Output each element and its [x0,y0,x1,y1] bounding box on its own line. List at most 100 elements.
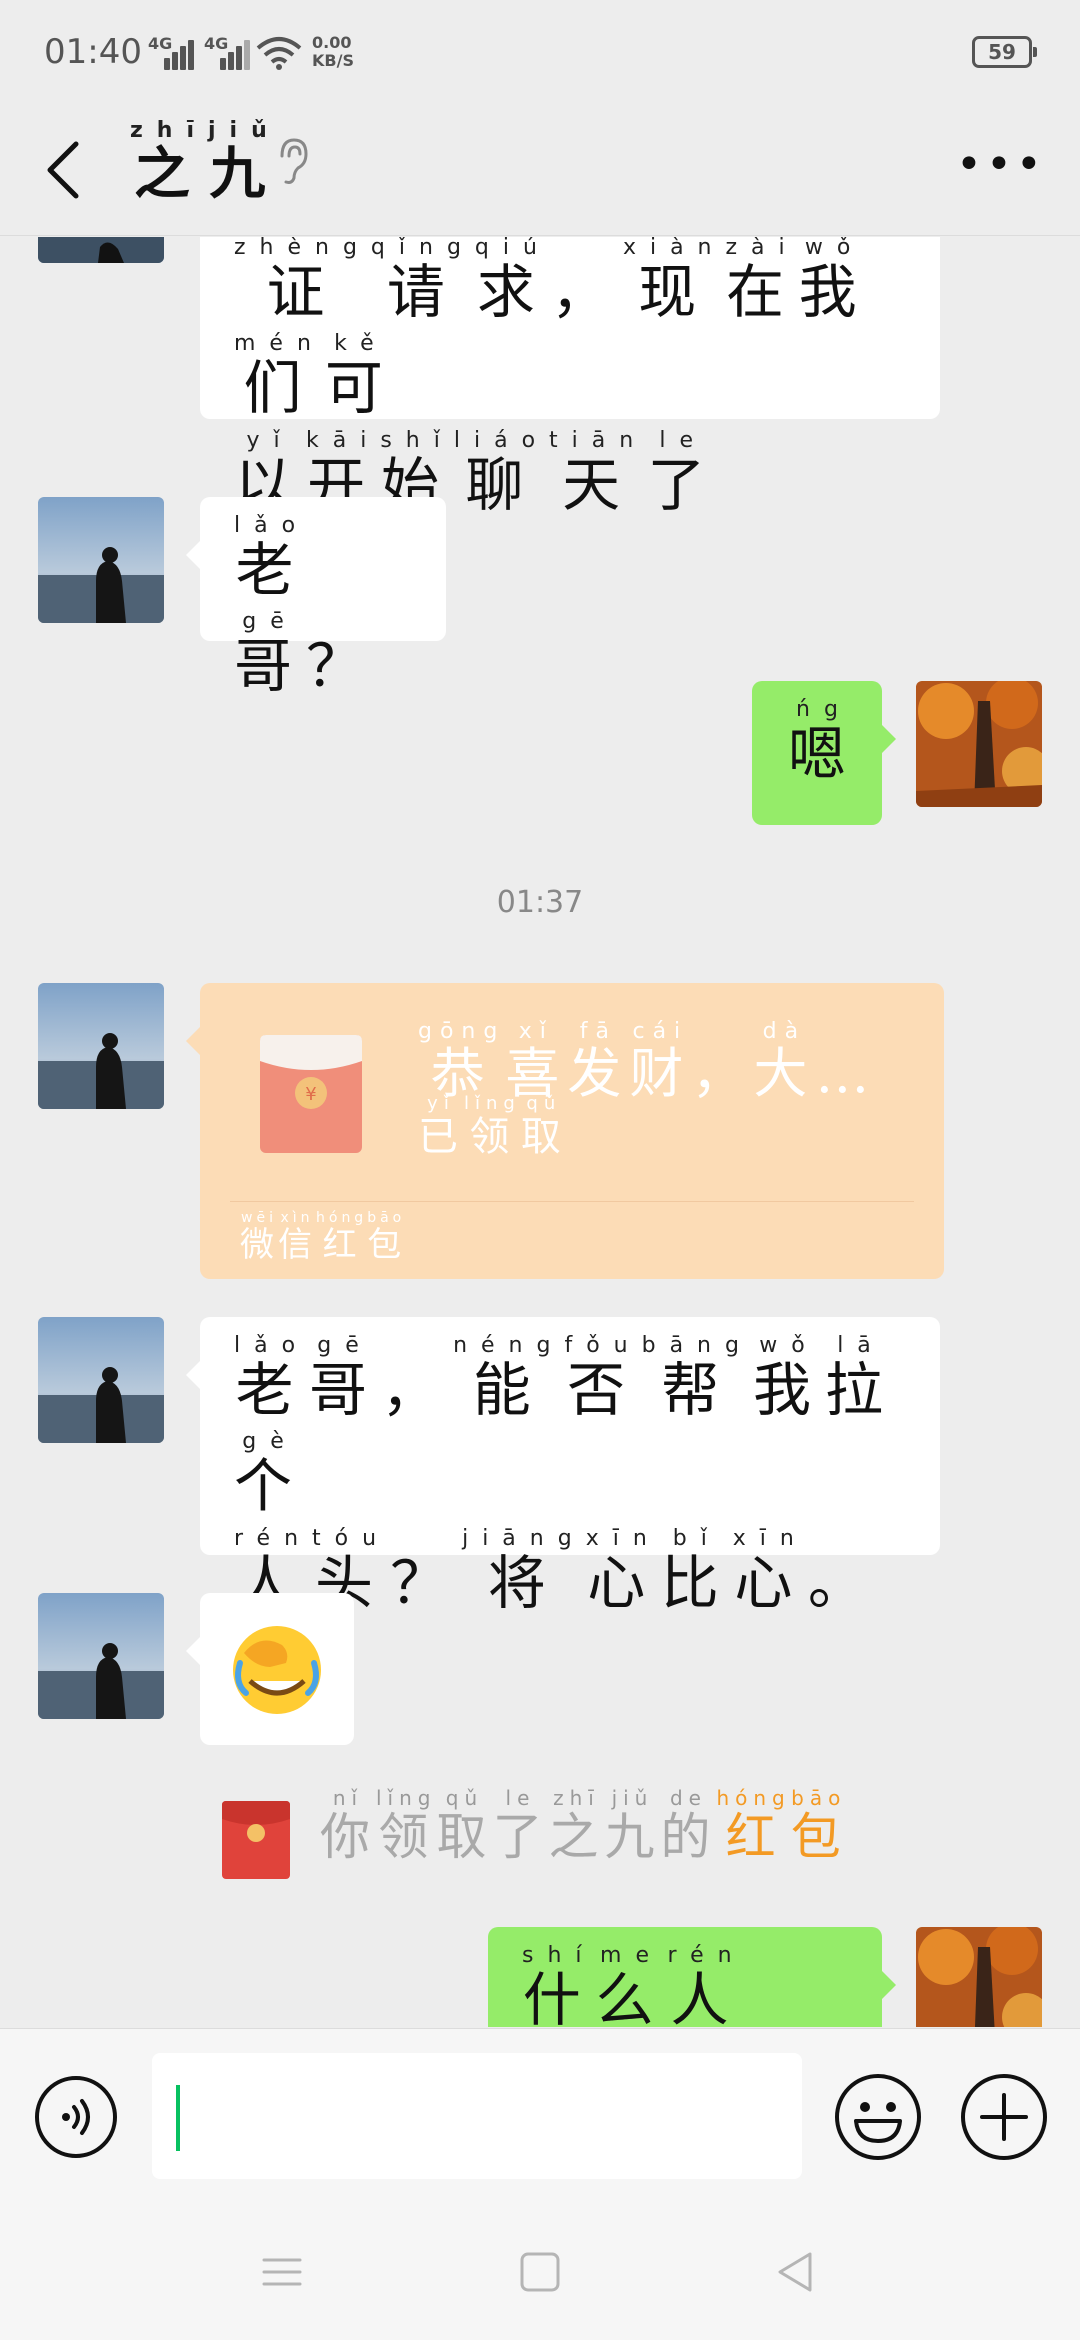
message-bubble-incoming[interactable]: 老lǎo哥gē？ [186,497,446,700]
hanzi-char: 。 [807,1549,880,1617]
chat-header: 之zhī九jiǔ ••• [0,110,1080,236]
hanzi-char: 么me [595,1943,668,2027]
network-speed: 0.00 KB/S [312,33,354,70]
hanzi-char: 我wǒ [752,1333,825,1424]
wifi-icon [256,37,302,70]
hanzi-char: 了le [647,428,720,519]
avatar[interactable] [38,237,164,263]
hanzi-char: 已yǐ [418,1093,464,1160]
system-notice-text: 你nǐ领lǐng取qǔ了le之zhī九jiǔ的de红hóng包bāo [320,1786,847,1882]
hanzi-char: ， [381,1356,454,1424]
hanzi-char: ， [550,258,623,326]
message-bubble-outgoing[interactable]: 嗯ńg [752,681,896,825]
hanzi-char: 红hóng [716,1786,791,1866]
hanzi-char: 拉lā [824,1333,897,1424]
message-input[interactable] [152,2053,802,2179]
hanzi-char: 请qǐng [370,237,475,326]
hanzi-char: 的de [660,1786,717,1866]
hanzi-char: 在zài [725,237,799,326]
message-text: 什shí么me人rén头tóu？ [522,1943,882,2027]
signal-icon-2: 4G [204,34,250,70]
hanzi-char: 老lǎo [234,513,310,604]
ear-icon [280,138,308,184]
text-caret [176,2085,180,2151]
red-packet-link[interactable]: 红hóng包bāo [716,1786,847,1866]
hanzi-char: 九jiǔ [604,1786,661,1866]
message-bubble-incoming[interactable]: 老lǎo哥gē，能néng否fǒu帮bāng我wǒ拉lā个gè 人rén头tóu… [186,1317,940,1617]
avatar[interactable] [38,497,164,623]
message-text: 证zhèng请qǐng求qiú，现xiàn在zài我wǒ们mén可kě 以yǐ开… [234,237,940,533]
hanzi-char: 包bāo [790,1786,847,1866]
hanzi-char: 什shí [522,1943,596,2027]
message-text: 嗯ńg [788,697,861,802]
hanzi-char: 之zhī [548,1786,605,1866]
hanzi-char: 现xiàn [622,237,726,326]
battery-icon: 59 [972,36,1037,68]
hanzi-char: 心xīn [732,1526,808,1617]
back-triangle-icon[interactable] [772,2248,820,2296]
hanzi-char: 老lǎo [234,1333,310,1424]
status-time: 01:40 [44,32,142,72]
plus-icon[interactable] [960,2073,1048,2161]
message-bubble-outgoing[interactable]: 什shí么me人rén头tóu？ [488,1927,896,2027]
facepalm-laugh-emoji [233,1626,321,1714]
chat-list[interactable]: 证zhèng请qǐng求qiú，现xiàn在zài我wǒ们mén可kě 以yǐ开… [0,237,1080,2027]
chat-title: 之zhī九jiǔ [130,118,281,207]
my-avatar[interactable] [916,681,1042,807]
status-bar: 01:40 4G 4G 0.00 KB/S 59 [0,0,1080,110]
hanzi-char: 财cái [629,1019,692,1105]
hanzi-char: 领lǐng [376,1786,437,1866]
emoji-icon[interactable] [834,2073,922,2161]
hanzi-char: 聊liáo [453,428,550,519]
avatar[interactable] [38,1317,164,1443]
home-icon[interactable] [516,2248,564,2296]
message-text: 老lǎo哥gē，能néng否fǒu帮bāng我wǒ拉lā个gè 人rén头tóu… [234,1333,940,1631]
hanzi-char: 帮bāng [641,1333,753,1424]
red-packet-footer: 微wēi信xìn红hóng包bāo [240,1210,406,1273]
avatar[interactable] [38,983,164,1109]
red-packet-status: 已yǐ领lǐng取qǔ [418,1093,567,1172]
divider [230,1201,914,1202]
signal-icon-1: 4G [148,34,194,70]
voice-icon[interactable] [34,2075,118,2159]
hanzi-char: 可kě [324,331,397,422]
more-dots-icon[interactable]: ••• [956,143,1042,190]
red-envelope-icon: ¥ [260,1035,362,1153]
hanzi-char: 取qǔ [436,1786,493,1866]
hanzi-char: 领lǐng [464,1093,521,1160]
hanzi-char: 发fā [567,1019,630,1105]
hanzi-char: 大dà [753,1019,816,1105]
hanzi-char: 求qiú [474,237,551,326]
hanzi-char: 了le [492,1786,549,1866]
hanzi-char: 个gè [234,1429,307,1520]
red-packet-card[interactable]: ¥ 恭gōng喜xǐ发fā财cái，大dà… 已yǐ领lǐng取qǔ 微wēi信… [186,983,944,1279]
hanzi-char: 比bǐ [660,1526,733,1617]
hanzi-char: 将jiāng [462,1526,586,1617]
hanzi-char: 天tiān [549,428,648,519]
menu-icon[interactable] [258,2248,306,2296]
message-bubble-incoming[interactable] [186,1593,354,1745]
hanzi-char: 嗯ńg [788,697,861,788]
system-notice: 你nǐ领lǐng取qǔ了le之zhī九jiǔ的de红hóng包bāo [222,1786,922,1889]
hanzi-char: 哥gē [309,1333,382,1424]
hanzi-char: 们mén [234,331,325,422]
hanzi-char: ？ [306,632,379,700]
hanzi-char: 红hóng [316,1210,368,1265]
chevron-left-icon[interactable] [40,130,90,210]
hanzi-char: 否fǒu [564,1333,642,1424]
hanzi-char: 信xìn [278,1210,316,1265]
hanzi-char: 我wǒ [798,237,871,326]
hanzi-char: 包bāo [367,1210,406,1265]
hanzi-char: 心xīn [585,1526,661,1617]
avatar[interactable] [38,1593,164,1719]
red-envelope-icon [222,1801,290,1879]
message-bubble-incoming[interactable]: 证zhèng请qǐng求qiú，现xiàn在zài我wǒ们mén可kě 以yǐ开… [200,237,940,519]
hanzi-char: 取qǔ [520,1093,567,1160]
svg-text:¥: ¥ [305,1084,316,1105]
hanzi-char: 能néng [453,1333,565,1424]
my-avatar[interactable] [916,1927,1042,2027]
message-text: 老lǎo哥gē？ [234,513,446,714]
hanzi-char: 证zhèng [234,237,371,326]
timestamp: 01:37 [496,885,584,920]
hanzi-char: 微wēi [240,1210,278,1265]
